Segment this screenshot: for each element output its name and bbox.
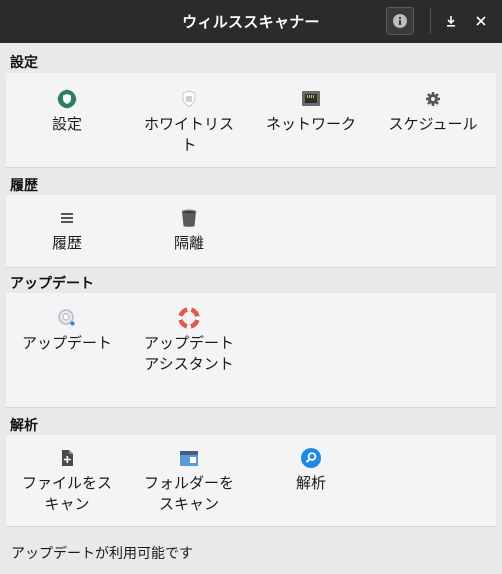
network-label: ネットワーク — [265, 115, 356, 133]
close-icon — [476, 16, 486, 26]
scan-file-icon — [62, 450, 73, 466]
network-port-icon — [302, 91, 320, 106]
section-header-analysis: 解析 — [10, 418, 38, 434]
quarantine-button[interactable]: 隔離 — [128, 207, 250, 254]
whitelist-label: ホワイトリスト — [143, 115, 234, 154]
download-icon — [447, 16, 455, 27]
close-button[interactable] — [471, 11, 491, 31]
schedule-label: スケジュール — [388, 115, 478, 133]
analysis-panel: ファイルをスキャン フォルダーをスキャン 解析 — [6, 435, 496, 527]
scan-folder-icon — [180, 451, 198, 466]
scan-folder-label: フォルダーをスキャン — [143, 474, 234, 513]
schedule-button[interactable]: スケジュール — [372, 88, 494, 135]
whitelist-button[interactable]: ホワイトリスト — [128, 88, 250, 156]
status-text: アップデートが利用可能です — [11, 546, 193, 562]
history-panel: 履歴 隔離 — [6, 195, 496, 268]
analysis-button[interactable]: 解析 — [250, 447, 372, 494]
settings-label: 設定 — [51, 115, 82, 133]
history-label: 履歴 — [51, 234, 82, 252]
section-header-history: 履歴 — [10, 178, 38, 194]
magnifier-icon — [301, 448, 321, 468]
update-panel: アップデート アップデートアシスタント — [6, 293, 496, 408]
update-icon — [58, 309, 75, 326]
update-assistant-button[interactable]: アップデートアシスタント — [128, 307, 250, 375]
scan-folder-button[interactable]: フォルダーをスキャン — [128, 447, 250, 515]
title-bar: ウィルススキャナー — [0, 0, 502, 43]
list-icon — [61, 213, 73, 223]
settings-button[interactable]: 設定 — [6, 88, 128, 135]
section-header-settings: 設定 — [10, 55, 38, 71]
titlebar-separator — [430, 8, 431, 34]
update-label: アップデート — [21, 334, 112, 352]
update-assistant-label: アップデートアシスタント — [143, 334, 234, 373]
section-header-update: アップデート — [10, 276, 94, 292]
trash-can-icon — [181, 209, 197, 227]
info-button[interactable] — [386, 7, 414, 35]
quarantine-label: 隔離 — [173, 234, 204, 252]
settings-panel: 設定 ホワイトリスト ネットワーク スケジュール — [6, 73, 496, 168]
whitelist-shield-icon — [182, 90, 196, 108]
minimize-button[interactable] — [441, 11, 461, 31]
gear-icon — [426, 92, 440, 106]
network-button[interactable]: ネットワーク — [250, 88, 372, 135]
shield-gear-icon — [57, 89, 77, 109]
info-icon — [393, 14, 407, 28]
scan-file-button[interactable]: ファイルをスキャン — [6, 447, 128, 515]
update-button[interactable]: アップデート — [6, 307, 128, 354]
scan-file-label: ファイルをスキャン — [21, 474, 112, 513]
window-title: ウィルススキャナー — [182, 13, 320, 31]
analysis-label: 解析 — [295, 474, 326, 492]
lifebuoy-icon — [178, 307, 200, 329]
history-button[interactable]: 履歴 — [6, 207, 128, 254]
